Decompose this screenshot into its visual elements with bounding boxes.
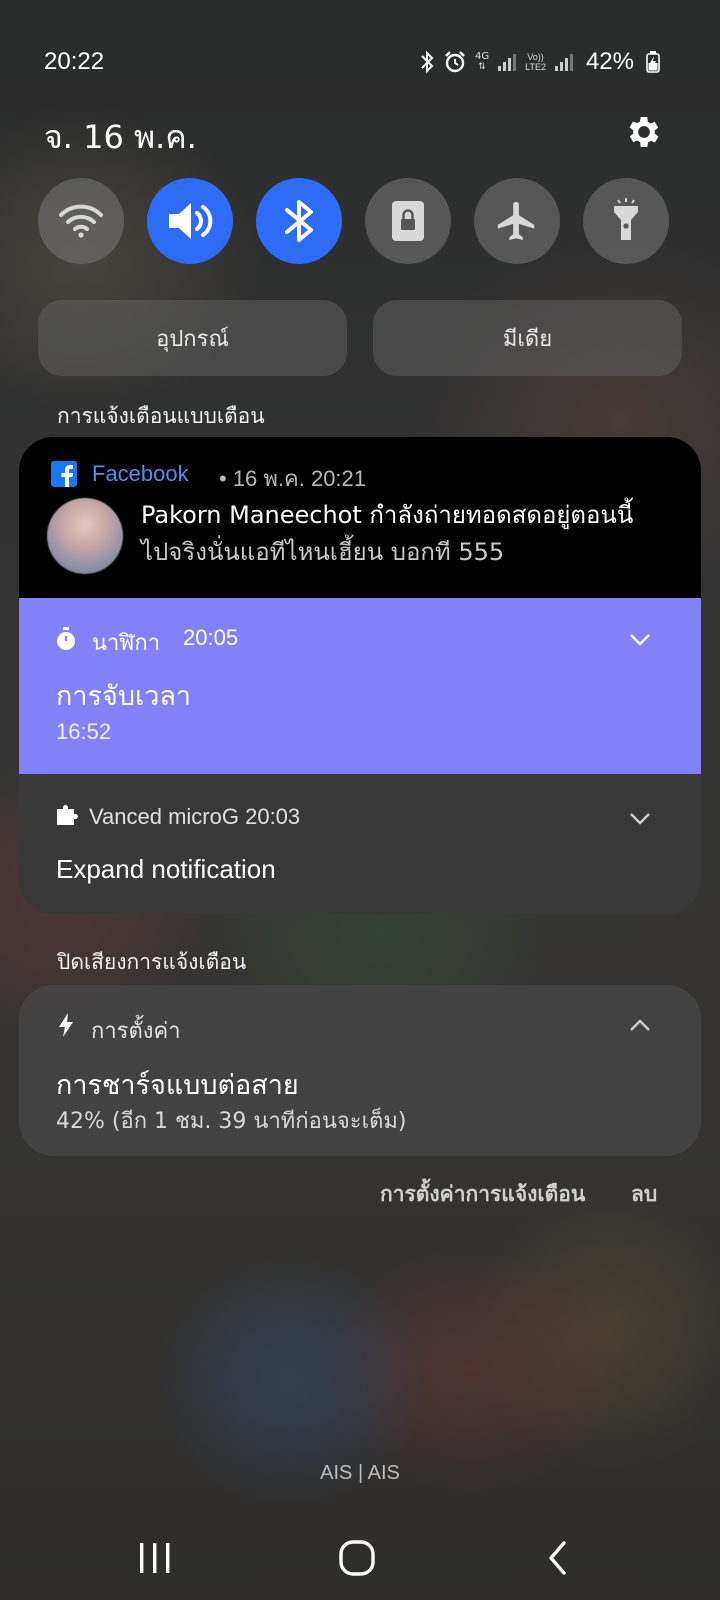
signal-sim1-icon (497, 52, 517, 72)
signal-sim2-icon (554, 52, 574, 72)
settings-app-name: การตั้งค่า (91, 1019, 181, 1044)
avatar (47, 498, 123, 574)
alerting-section-label: การแจ้งเตือนแบบเตือน (57, 404, 265, 428)
flashlight-toggle[interactable] (583, 178, 669, 264)
clock-timer-notification[interactable]: นาฬิกา 20:05 การจับเวลา 16:52 (19, 598, 701, 774)
expand-chevron-down-icon[interactable] (627, 626, 653, 652)
gear-icon (629, 117, 659, 147)
rotation-lock-toggle[interactable] (365, 178, 451, 264)
data-arrows-icon: ⇅ (478, 62, 486, 72)
media-button[interactable]: มีเดีย (373, 300, 682, 376)
devices-button[interactable]: อุปกรณ์ (38, 300, 347, 376)
clock-app-name: นาฬิกา (92, 631, 161, 656)
alarm-icon (443, 50, 467, 74)
facebook-app-name: Facebook (92, 461, 189, 486)
collapse-chevron-up-icon[interactable] (627, 1013, 653, 1039)
notification-settings-button[interactable]: การตั้งค่าการแจ้งเตือน (380, 1178, 585, 1211)
battery-percent: 42% (585, 48, 634, 75)
status-time: 20:22 (44, 48, 105, 75)
back-button[interactable] (528, 1535, 588, 1581)
charging-notification[interactable]: การตั้งค่า การชาร์จแบบต่อสาย 42% (อีก 1 … (19, 985, 701, 1156)
status-icons: 4G ⇅ Vo)) LTE2 42% (419, 48, 660, 76)
bluetooth-icon (285, 200, 313, 242)
volume-icon (169, 203, 213, 239)
lte2-label: LTE2 (525, 62, 546, 72)
stopwatch-icon (55, 627, 77, 655)
volte-label: Vo)) (527, 52, 544, 62)
recent-apps-button[interactable] (125, 1535, 185, 1581)
facebook-notification[interactable]: Facebook • 16 พ.ค. 20:21 Pakorn Maneecho… (19, 437, 701, 598)
wifi-icon (59, 204, 103, 238)
vanced-microg-notification[interactable]: Vanced microG 20:03 Expand notification (19, 774, 701, 914)
network-type-label: 4G (474, 51, 490, 62)
recents-icon (140, 1543, 170, 1573)
network-4g-icon: 4G ⇅ (474, 51, 490, 73)
vanced-notification-title: Expand notification (56, 854, 276, 884)
wifi-toggle[interactable] (38, 178, 124, 264)
battery-charging-icon (646, 51, 660, 73)
facebook-notification-title: Pakorn Maneechot กำลังถ่ายทอดสดอยู่ตอนนี… (141, 501, 634, 529)
bluetooth-status-icon (419, 50, 435, 74)
flashlight-icon (614, 198, 638, 240)
expand-chevron-down-icon[interactable] (627, 805, 653, 831)
facebook-timestamp: • 16 พ.ค. 20:21 (219, 466, 367, 491)
portrait-lock-icon (392, 201, 424, 241)
home-button[interactable] (327, 1535, 387, 1581)
silent-section-label: ปิดเสียงการแจ้งเตือน (57, 950, 247, 974)
timer-value: 16:52 (56, 719, 112, 744)
charging-title: การชาร์จแบบต่อสาย (56, 1070, 299, 1101)
facebook-icon (51, 461, 77, 487)
timer-title: การจับเวลา (56, 681, 192, 712)
airplane-toggle[interactable] (474, 178, 560, 264)
lightning-icon (57, 1013, 75, 1041)
date-label: จ. 16 พ.ค. (44, 118, 197, 156)
charging-text: 42% (อีก 1 ชม. 39 นาทีก่อนจะเต็ม) (56, 1109, 407, 1134)
back-arrow-icon (549, 1541, 566, 1575)
vanced-app-name: Vanced microG 20:03 (89, 804, 301, 829)
facebook-notification-text: ไปจริงนั่นแอทีไหนเฮี้ยน บอกที 555 (141, 538, 505, 566)
quick-settings-toggles (38, 178, 682, 264)
notification-group: Facebook • 16 พ.ค. 20:21 Pakorn Maneecho… (19, 437, 701, 914)
bluetooth-toggle[interactable] (256, 178, 342, 264)
airplane-icon (497, 201, 535, 241)
settings-button[interactable] (624, 112, 664, 152)
puzzle-piece-icon (55, 803, 79, 831)
home-icon (339, 1540, 375, 1576)
carrier-label: AIS | AIS (320, 1462, 400, 1484)
clock-notification-time: 20:05 (183, 625, 239, 650)
volte-lte2-icon: Vo)) LTE2 (525, 52, 546, 72)
sound-toggle[interactable] (147, 178, 233, 264)
clear-button[interactable]: ลบ (631, 1178, 657, 1211)
